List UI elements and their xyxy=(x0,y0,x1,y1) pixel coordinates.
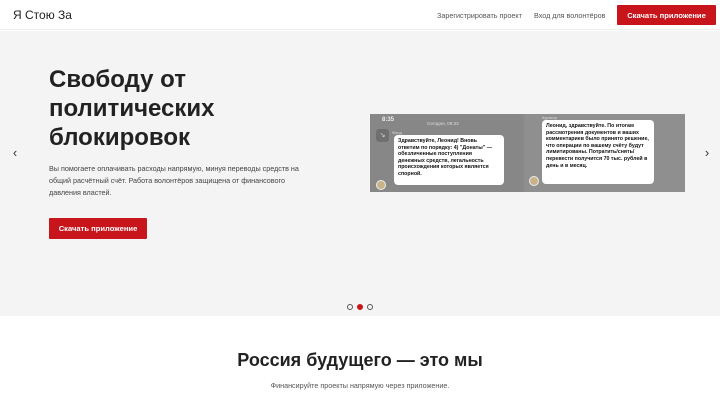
hero-description: Вы помогаете оплачивать расходы напрямую… xyxy=(49,164,299,197)
section-title: Россия будущего — это мы xyxy=(237,350,483,370)
hero-screenshot: 8:35 Сегодня, 08:33 ↘ Фонд Здравствуйте,… xyxy=(370,114,685,192)
nav-volunteer-login[interactable]: Вход для волонтёров xyxy=(534,11,605,20)
app-icon: ↘ xyxy=(376,129,389,142)
logo[interactable]: Я Стою За xyxy=(13,8,72,22)
screenshot-panel-right: Куратор Леонид, здравствуйте. По итогам … xyxy=(525,114,685,192)
section-subtitle: Финансируйте проекты напрямую через прил… xyxy=(270,381,450,390)
message-bubble: Леонид, здравствуйте. По итогам рассмотр… xyxy=(542,120,654,184)
avatar xyxy=(529,176,539,186)
chevron-right-icon[interactable]: › xyxy=(701,146,713,160)
chevron-left-icon[interactable]: ‹ xyxy=(9,146,21,160)
download-app-button[interactable]: Скачать приложение xyxy=(617,5,716,25)
hero-title: Свободу от политических блокировок xyxy=(49,66,215,151)
hero-download-app-button[interactable]: Скачать приложение xyxy=(49,218,147,239)
hero-carousel: Свободу от политических блокировок Вы по… xyxy=(0,31,720,316)
carousel-dot-3[interactable] xyxy=(367,304,373,310)
status-date: Сегодня, 08:33 xyxy=(427,121,459,126)
screenshot-panel-left: 8:35 Сегодня, 08:33 ↘ Фонд Здравствуйте,… xyxy=(370,114,523,192)
message-bubble: Здравствуйте, Леонид! Вновь ответим по п… xyxy=(394,135,504,185)
status-time: 8:35 xyxy=(382,117,395,123)
carousel-dot-2-active[interactable] xyxy=(357,304,363,310)
avatar xyxy=(376,180,386,190)
site-header: Я Стою За Зарегистрировать проект Вход д… xyxy=(0,0,720,30)
carousel-dot-1[interactable] xyxy=(347,304,353,310)
nav-register-project[interactable]: Зарегистрировать проект xyxy=(437,11,522,20)
